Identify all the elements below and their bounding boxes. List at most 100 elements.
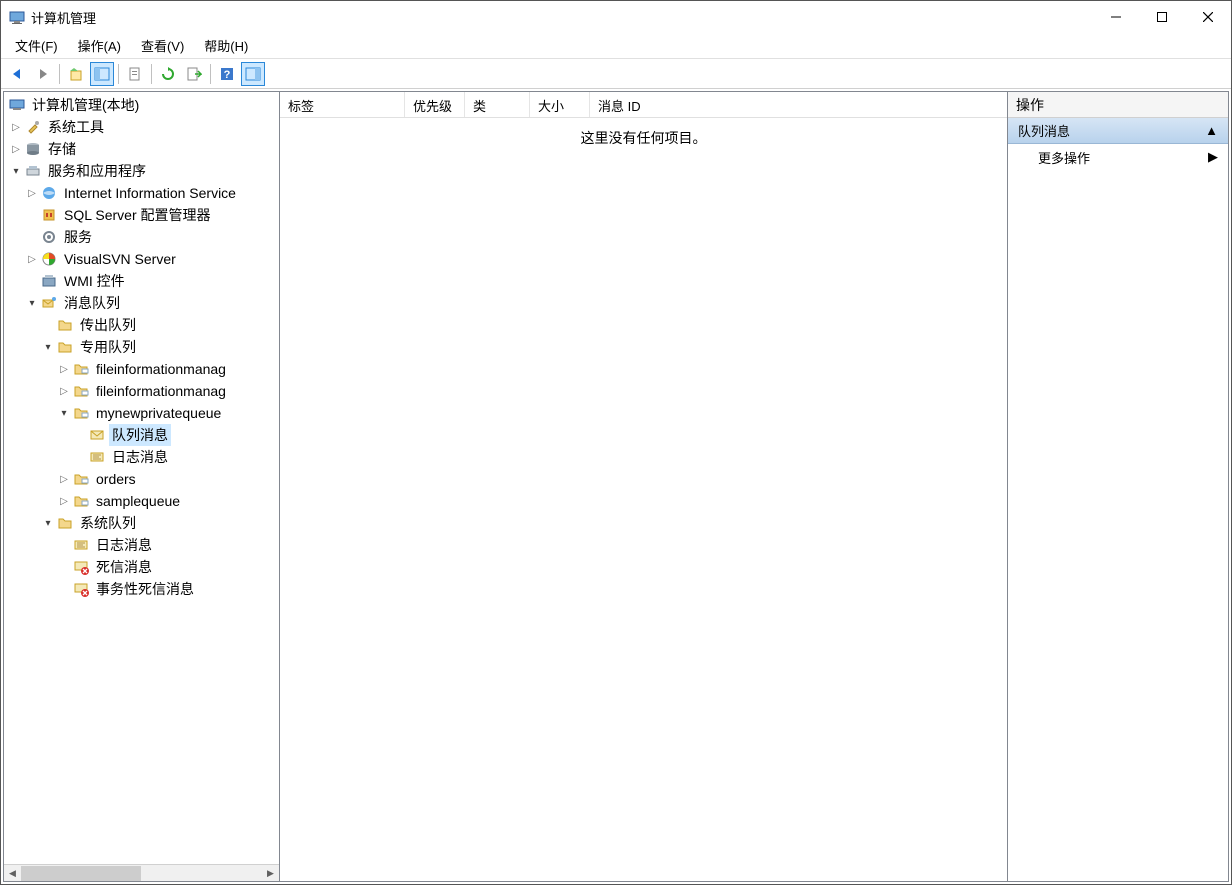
- services-icon: [24, 162, 42, 180]
- window-controls: [1093, 1, 1231, 33]
- actions-section-header[interactable]: 队列消息 ▲: [1008, 118, 1228, 144]
- tree-view[interactable]: 计算机管理(本地) ▷ 系统工具 ▷ 存储 ▾: [4, 92, 279, 864]
- show-hide-actions-button[interactable]: [241, 62, 265, 86]
- chevron-right-icon[interactable]: ▷: [56, 361, 72, 377]
- separator: [118, 64, 119, 84]
- tree-label: 系统队列: [77, 512, 139, 534]
- app-icon: [9, 9, 25, 25]
- chevron-right-icon[interactable]: ▷: [24, 185, 40, 201]
- maximize-button[interactable]: [1139, 1, 1185, 33]
- close-button[interactable]: [1185, 1, 1231, 33]
- tree-item-system-queue[interactable]: ▾ 系统队列: [4, 512, 279, 534]
- list-panel: 标签 优先级 类 大小 消息 ID 这里没有任何项目。: [280, 92, 1008, 881]
- column-priority[interactable]: 优先级: [405, 92, 465, 117]
- tree-item-services[interactable]: 服务: [4, 226, 279, 248]
- tree-label: fileinformationmanag: [93, 360, 229, 378]
- queue-folder-icon: [72, 492, 90, 510]
- queue-icon: [40, 294, 58, 312]
- tree-item-visualsvn[interactable]: ▷ VisualSVN Server: [4, 248, 279, 270]
- content-area: 计算机管理(本地) ▷ 系统工具 ▷ 存储 ▾: [3, 91, 1229, 882]
- menu-action[interactable]: 操作(A): [68, 33, 131, 58]
- collapse-icon: ▲: [1205, 123, 1218, 138]
- computer-icon: [8, 96, 26, 114]
- column-label[interactable]: 标签: [280, 92, 405, 117]
- tree-label: WMI 控件: [61, 270, 128, 292]
- tree-item-queue-messages[interactable]: 队列消息: [4, 424, 279, 446]
- tree-item-sys-log-messages[interactable]: 日志消息: [4, 534, 279, 556]
- chevron-right-icon[interactable]: ▷: [56, 383, 72, 399]
- tree-label: 服务: [61, 226, 95, 248]
- back-button[interactable]: [5, 62, 29, 86]
- chevron-right-icon[interactable]: ▷: [24, 251, 40, 267]
- tree-item-orders[interactable]: ▷ orders: [4, 468, 279, 490]
- log-icon: [72, 536, 90, 554]
- menu-file[interactable]: 文件(F): [5, 33, 68, 58]
- sql-icon: [40, 206, 58, 224]
- tree-root[interactable]: 计算机管理(本地): [4, 94, 279, 116]
- tree-item-samplequeue[interactable]: ▷ samplequeue: [4, 490, 279, 512]
- separator: [59, 64, 60, 84]
- separator: [210, 64, 211, 84]
- scroll-left-icon[interactable]: ◀: [4, 865, 21, 881]
- tree-item-system-tools[interactable]: ▷ 系统工具: [4, 116, 279, 138]
- dead-letter-icon: [72, 580, 90, 598]
- actions-more[interactable]: 更多操作 ▶: [1008, 144, 1228, 170]
- tree-label: 队列消息: [109, 424, 171, 446]
- chevron-down-icon[interactable]: ▾: [40, 339, 56, 355]
- tree-item-mynewprivatequeue[interactable]: ▾ mynewprivatequeue: [4, 402, 279, 424]
- folder-icon: [56, 316, 74, 334]
- iis-icon: [40, 184, 58, 202]
- tree-item-iis[interactable]: ▷ Internet Information Service: [4, 182, 279, 204]
- export-button[interactable]: [182, 62, 206, 86]
- scroll-right-icon[interactable]: ▶: [262, 865, 279, 881]
- column-class[interactable]: 类: [465, 92, 530, 117]
- chevron-down-icon[interactable]: ▾: [24, 295, 40, 311]
- column-size[interactable]: 大小: [530, 92, 590, 117]
- visualsvn-icon: [40, 250, 58, 268]
- tree-item-log-messages[interactable]: 日志消息: [4, 446, 279, 468]
- tree-item-txn-dead-letter[interactable]: 事务性死信消息: [4, 578, 279, 600]
- tree-item-sqlserver[interactable]: SQL Server 配置管理器: [4, 204, 279, 226]
- tree-item-outgoing[interactable]: 传出队列: [4, 314, 279, 336]
- wmi-icon: [40, 272, 58, 290]
- tree-item-fim1[interactable]: ▷ fileinformationmanag: [4, 358, 279, 380]
- titlebar: 计算机管理: [1, 1, 1231, 33]
- up-button[interactable]: [64, 62, 88, 86]
- tree-label: VisualSVN Server: [61, 250, 179, 268]
- help-button[interactable]: ?: [215, 62, 239, 86]
- actions-panel: 操作 队列消息 ▲ 更多操作 ▶: [1008, 92, 1228, 881]
- horizontal-scrollbar[interactable]: ◀ ▶: [4, 864, 279, 881]
- chevron-down-icon[interactable]: ▾: [56, 405, 72, 421]
- chevron-right-icon[interactable]: ▷: [8, 119, 24, 135]
- chevron-right-icon[interactable]: ▷: [8, 141, 24, 157]
- queue-folder-icon: [72, 382, 90, 400]
- tree-item-private[interactable]: ▾ 专用队列: [4, 336, 279, 358]
- actions-header: 操作: [1008, 92, 1228, 118]
- refresh-button[interactable]: [156, 62, 180, 86]
- tree-item-msmq[interactable]: ▾ 消息队列: [4, 292, 279, 314]
- menu-help[interactable]: 帮助(H): [194, 33, 258, 58]
- gear-icon: [40, 228, 58, 246]
- chevron-down-icon[interactable]: ▾: [8, 163, 24, 179]
- tree-item-storage[interactable]: ▷ 存储: [4, 138, 279, 160]
- forward-button[interactable]: [31, 62, 55, 86]
- menu-view[interactable]: 查看(V): [131, 33, 194, 58]
- menubar: 文件(F) 操作(A) 查看(V) 帮助(H): [1, 33, 1231, 59]
- show-hide-tree-button[interactable]: [90, 62, 114, 86]
- minimize-button[interactable]: [1093, 1, 1139, 33]
- tree-item-wmi[interactable]: WMI 控件: [4, 270, 279, 292]
- chevron-down-icon[interactable]: ▾: [40, 515, 56, 531]
- tree-label: mynewprivatequeue: [93, 404, 224, 422]
- tree-label: 传出队列: [77, 314, 139, 336]
- tree-item-dead-letter[interactable]: 死信消息: [4, 556, 279, 578]
- copy-button[interactable]: [123, 62, 147, 86]
- queue-folder-icon: [72, 470, 90, 488]
- scroll-thumb[interactable]: [21, 866, 141, 881]
- chevron-right-icon[interactable]: ▷: [56, 493, 72, 509]
- column-msgid[interactable]: 消息 ID: [590, 92, 925, 117]
- chevron-right-icon[interactable]: ▷: [56, 471, 72, 487]
- tree-label: SQL Server 配置管理器: [61, 204, 214, 226]
- tree-item-fim2[interactable]: ▷ fileinformationmanag: [4, 380, 279, 402]
- tree-item-services-apps[interactable]: ▾ 服务和应用程序: [4, 160, 279, 182]
- tree-label: 日志消息: [93, 534, 155, 556]
